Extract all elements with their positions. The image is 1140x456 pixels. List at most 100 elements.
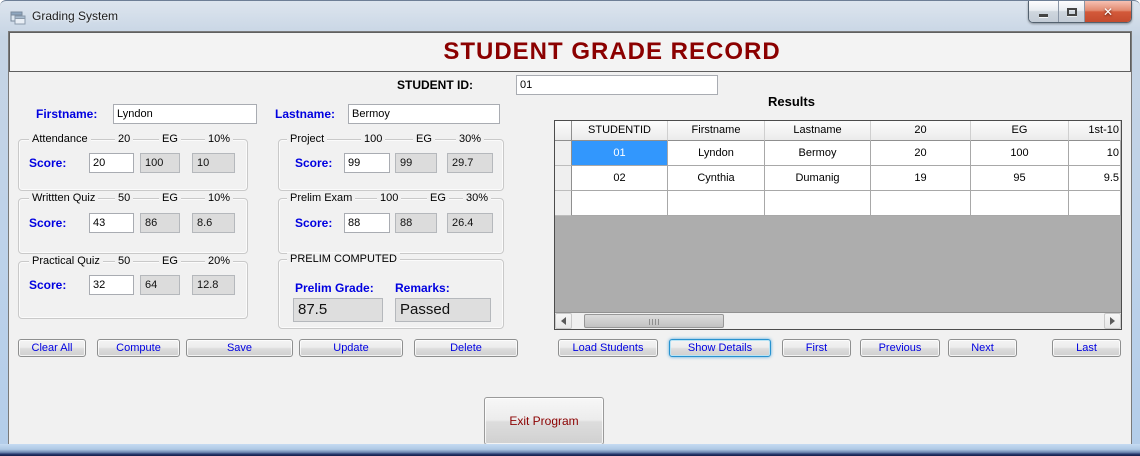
score-label: Score: (295, 156, 333, 170)
right-arrow-icon (1110, 317, 1115, 325)
group-caption: Project (287, 133, 328, 145)
table-cell[interactable] (1069, 191, 1121, 216)
attendance-eg-value: 100 (140, 153, 180, 173)
update-button[interactable]: Update (299, 339, 403, 357)
table-cell[interactable] (668, 191, 765, 216)
group-project: Project 100 EG 30% Score: 99 29.7 (278, 133, 504, 191)
maximize-button[interactable] (1059, 1, 1085, 22)
max-score-label: 50 (115, 255, 134, 267)
column-header[interactable]: 1st-10 (1069, 121, 1121, 141)
practical-quiz-eg-value: 64 (140, 275, 180, 295)
close-icon: ✕ (1102, 4, 1114, 19)
scroll-track[interactable] (572, 313, 1104, 329)
row-header[interactable] (555, 191, 572, 216)
attendance-weighted-value: 10 (192, 153, 235, 173)
max-score-label: 50 (115, 192, 134, 204)
window-title: Grading System (32, 9, 119, 23)
column-header[interactable]: EG (971, 121, 1069, 141)
prelim-exam-score-input[interactable] (344, 213, 390, 233)
table-cell[interactable]: 02 (572, 166, 668, 191)
app-window: Grading System ✕ STUDENT GRADE RECORD ST… (0, 0, 1140, 456)
table-cell[interactable]: 19 (871, 166, 971, 191)
table-cell[interactable]: 100 (971, 141, 1069, 166)
horizontal-scrollbar[interactable] (555, 312, 1121, 329)
student-id-input[interactable] (516, 75, 718, 95)
remarks-label: Remarks: (395, 281, 450, 295)
scroll-right-button[interactable] (1104, 313, 1121, 329)
project-weighted-value: 29.7 (447, 153, 493, 173)
table-cell-selected[interactable]: 01 (572, 141, 668, 166)
compute-button[interactable]: Compute (97, 339, 180, 357)
next-button[interactable]: Next (948, 339, 1017, 357)
firstname-input[interactable] (113, 104, 257, 124)
maximize-icon (1066, 7, 1077, 16)
lastname-input[interactable] (348, 104, 500, 124)
project-score-input[interactable] (344, 153, 390, 173)
prelim-grade-label: Prelim Grade: (295, 281, 374, 295)
remarks-value: Passed (395, 298, 491, 322)
save-button[interactable]: Save (186, 339, 293, 357)
max-score-label: 100 (361, 133, 386, 145)
scroll-grip-icon (649, 319, 659, 325)
table-row: 01 Lyndon Bermoy 20 100 10 (555, 141, 1121, 166)
written-quiz-eg-value: 86 (140, 213, 180, 233)
row-header[interactable] (555, 141, 572, 166)
max-score-label: 20 (115, 133, 134, 145)
scroll-thumb[interactable] (584, 314, 724, 328)
table-cell[interactable]: 20 (871, 141, 971, 166)
score-label: Score: (29, 216, 67, 230)
table-cell[interactable]: 9.5 (1069, 166, 1121, 191)
app-icon (10, 11, 26, 25)
show-details-button[interactable]: Show Details (669, 339, 771, 357)
written-quiz-score-input[interactable] (89, 213, 134, 233)
lastname-label: Lastname: (275, 107, 336, 121)
firstname-label: Firstname: (36, 107, 98, 121)
delete-button[interactable]: Delete (414, 339, 518, 357)
last-button[interactable]: Last (1052, 339, 1121, 357)
written-quiz-weighted-value: 8.6 (192, 213, 235, 233)
exit-program-button[interactable]: Exit Program (484, 397, 604, 445)
score-label: Score: (29, 278, 67, 292)
row-header[interactable] (555, 166, 572, 191)
table-cell[interactable]: 95 (971, 166, 1069, 191)
close-button[interactable]: ✕ (1085, 1, 1131, 22)
percent-label: 10% (205, 192, 234, 204)
table-cell[interactable]: Dumanig (765, 166, 871, 191)
column-header[interactable]: Firstname (668, 121, 765, 141)
group-caption: PRELIM COMPUTED (287, 253, 400, 265)
first-button[interactable]: First (782, 339, 851, 357)
practical-quiz-score-input[interactable] (89, 275, 134, 295)
previous-button[interactable]: Previous (860, 339, 940, 357)
minimize-button[interactable] (1029, 1, 1059, 22)
table-cell[interactable] (871, 191, 971, 216)
eg-label: EG (413, 133, 435, 145)
column-header[interactable]: 20 (871, 121, 971, 141)
table-cell[interactable] (971, 191, 1069, 216)
scroll-left-button[interactable] (555, 313, 572, 329)
table-cell[interactable]: Bermoy (765, 141, 871, 166)
table-cell[interactable]: 10 (1069, 141, 1121, 166)
clear-all-button[interactable]: Clear All (18, 339, 86, 357)
percent-label: 20% (205, 255, 234, 267)
grid-background (555, 216, 1121, 312)
group-written-quiz: Writtten Quiz 50 EG 10% Score: 86 8.6 (18, 192, 248, 254)
titlebar[interactable]: Grading System ✕ (0, 1, 1140, 31)
column-header[interactable]: STUDENTID (572, 121, 668, 141)
form-client-area: STUDENT GRADE RECORD STUDENT ID: Firstna… (8, 31, 1132, 445)
percent-label: 30% (463, 192, 492, 204)
grid-corner-cell (555, 121, 572, 141)
eg-label: EG (427, 192, 449, 204)
prelim-grade-value: 87.5 (293, 298, 383, 322)
group-prelim-computed: PRELIM COMPUTED Prelim Grade: Remarks: 8… (278, 253, 504, 329)
table-cell[interactable]: Lyndon (668, 141, 765, 166)
table-cell[interactable] (765, 191, 871, 216)
table-cell[interactable] (572, 191, 668, 216)
score-label: Score: (295, 216, 333, 230)
table-cell[interactable]: Cynthia (668, 166, 765, 191)
attendance-score-input[interactable] (89, 153, 134, 173)
column-header[interactable]: Lastname (765, 121, 871, 141)
student-id-label: STUDENT ID: (397, 78, 473, 92)
results-grid[interactable]: STUDENTID Firstname Lastname 20 EG 1st-1… (554, 120, 1122, 330)
load-students-button[interactable]: Load Students (558, 339, 658, 357)
eg-label: EG (159, 192, 181, 204)
